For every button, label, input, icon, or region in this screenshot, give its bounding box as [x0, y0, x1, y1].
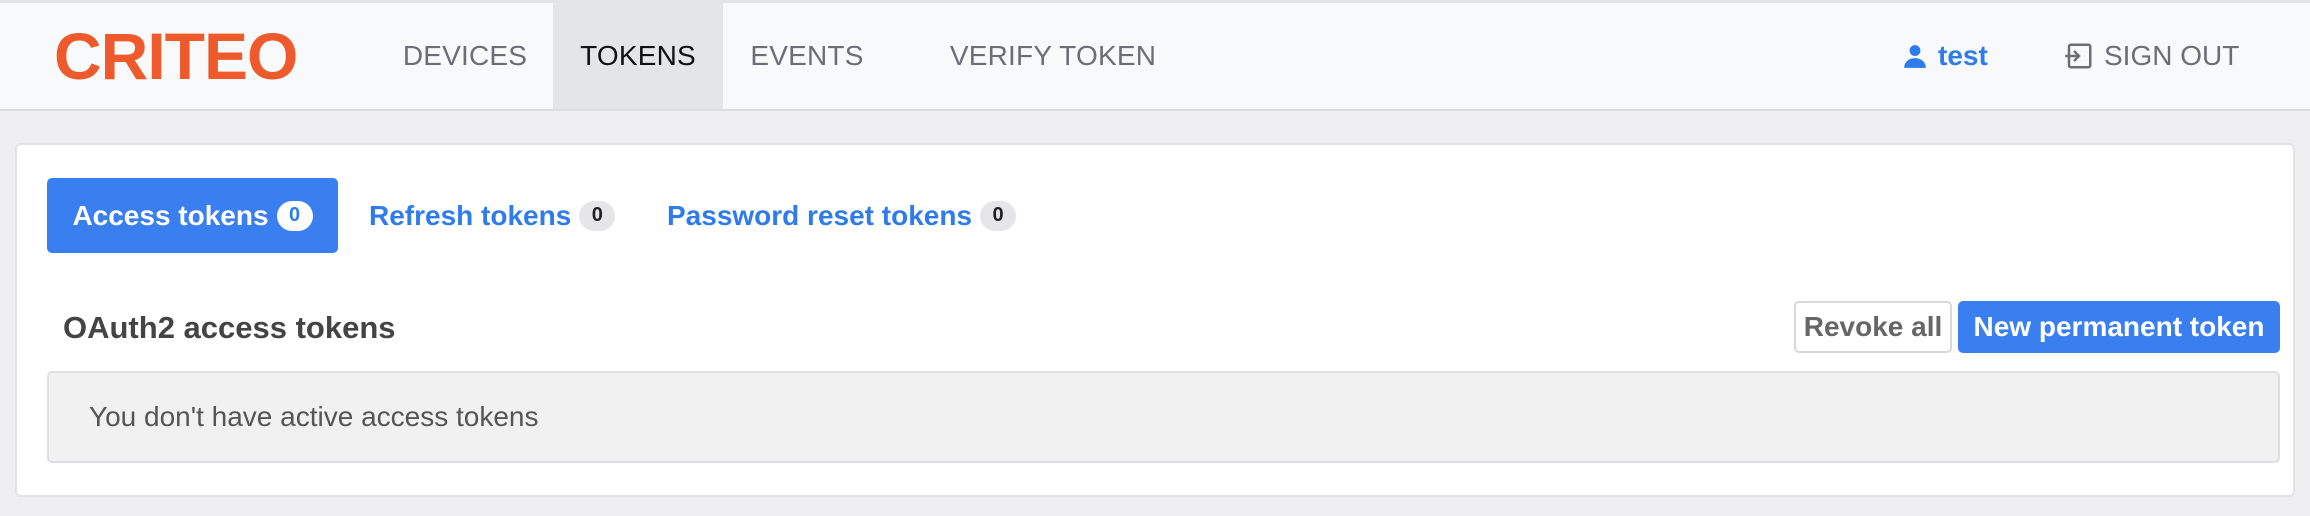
sign-out-icon [2064, 41, 2094, 71]
empty-state-message: You don't have active access tokens [47, 371, 2280, 463]
revoke-all-button[interactable]: Revoke all [1794, 301, 1952, 353]
sign-out-button[interactable]: SIGN OUT [2064, 3, 2239, 109]
new-permanent-token-button[interactable]: New permanent token [1958, 301, 2280, 353]
svg-text:CRITEO: CRITEO [54, 23, 297, 87]
count-badge: 0 [579, 200, 616, 231]
nav-events[interactable]: EVENTS [734, 3, 880, 109]
count-badge: 0 [980, 200, 1017, 231]
nav-devices[interactable]: DEVICES [388, 3, 542, 109]
count-badge: 0 [276, 200, 313, 231]
nav-verify-token[interactable]: VERIFY TOKEN [908, 3, 1198, 109]
tab-refresh-tokens[interactable]: Refresh tokens 0 [369, 178, 616, 253]
section-title: OAuth2 access tokens [63, 310, 396, 345]
tokens-card: Access tokens 0 Refresh tokens 0 Passwor… [15, 143, 2295, 497]
tab-password-reset-tokens[interactable]: Password reset tokens 0 [667, 178, 1017, 253]
criteo-logo[interactable]: CRITEO [52, 23, 342, 87]
tab-label: Access tokens [72, 199, 269, 231]
user-menu-link[interactable]: test [1902, 3, 1988, 109]
sign-out-label: SIGN OUT [2104, 40, 2240, 71]
top-navbar: CRITEO DEVICES TOKENS EVENTS VERIFY TOKE… [0, 0, 2310, 111]
user-icon [1902, 43, 1928, 69]
nav-tokens[interactable]: TOKENS [553, 3, 723, 109]
tab-label: Password reset tokens [667, 199, 973, 231]
tab-access-tokens[interactable]: Access tokens 0 [47, 178, 338, 253]
user-name: test [1938, 40, 1988, 71]
tab-label: Refresh tokens [369, 199, 572, 231]
